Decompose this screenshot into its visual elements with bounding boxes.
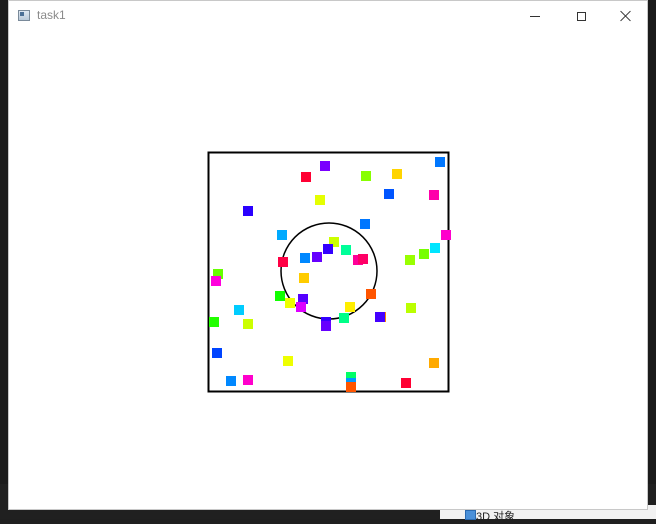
particle <box>366 289 376 299</box>
particle <box>429 358 439 368</box>
particle <box>341 245 351 255</box>
particle <box>345 302 355 312</box>
particle <box>360 219 370 229</box>
particle <box>430 243 440 253</box>
particle <box>301 172 311 182</box>
particle <box>243 375 253 385</box>
particle <box>375 312 385 322</box>
particle <box>429 190 439 200</box>
particle <box>278 257 288 267</box>
explorer-peek-label: 3D 对象 <box>476 511 516 523</box>
particle <box>296 302 306 312</box>
particle <box>234 305 244 315</box>
particle <box>243 206 253 216</box>
particle <box>401 378 411 388</box>
particle <box>275 291 285 301</box>
particle <box>358 254 368 264</box>
particle <box>392 169 402 179</box>
particle <box>212 348 222 358</box>
particle <box>346 382 356 392</box>
particle <box>320 161 330 171</box>
particle <box>312 252 322 262</box>
particle <box>435 157 445 167</box>
particle <box>361 171 371 181</box>
desktop-background: 3D 对象 task1 <box>0 0 656 523</box>
particle <box>209 317 219 327</box>
particle <box>226 376 236 386</box>
particle <box>283 356 293 366</box>
particle <box>441 230 451 240</box>
particle <box>339 313 349 323</box>
particle <box>384 189 394 199</box>
particle <box>321 321 331 331</box>
particle <box>299 273 309 283</box>
particle <box>406 303 416 313</box>
particle <box>315 195 325 205</box>
particle <box>323 244 333 254</box>
particle <box>285 298 295 308</box>
particle <box>419 249 429 259</box>
particle <box>211 276 221 286</box>
app-window: task1 <box>8 0 648 510</box>
particle-layer <box>209 157 451 392</box>
particle <box>405 255 415 265</box>
particle <box>300 253 310 263</box>
particle <box>277 230 287 240</box>
simulation-canvas <box>207 151 451 393</box>
boundary-box <box>207 151 450 393</box>
particle <box>243 319 253 329</box>
